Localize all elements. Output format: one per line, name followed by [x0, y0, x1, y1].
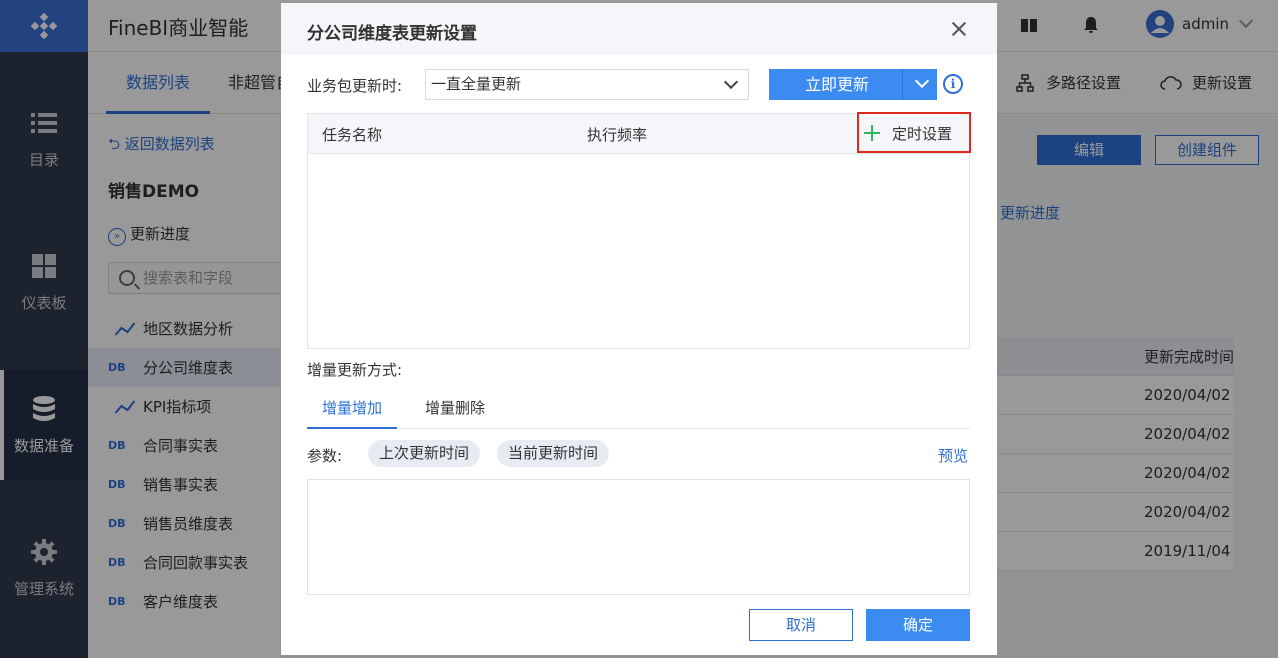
preview-link[interactable]: 预览 — [938, 445, 968, 466]
update-mode-label: 业务包更新时: — [307, 77, 403, 95]
incremental-label: 增量更新方式: — [307, 361, 403, 379]
column-task-name: 任务名称 — [322, 126, 383, 144]
tab-incremental-add[interactable]: 增量增加 — [307, 393, 397, 429]
update-mode-value: 一直全量更新 — [431, 75, 522, 93]
column-frequency: 执行频率 — [587, 126, 648, 144]
dialog-title: 分公司维度表更新设置 — [307, 24, 477, 44]
split-divider — [902, 69, 903, 100]
sql-editor[interactable] — [307, 479, 970, 595]
cancel-button[interactable]: 取消 — [749, 609, 853, 641]
dialog-header: 分公司维度表更新设置 — [281, 3, 997, 55]
confirm-button[interactable]: 确定 — [866, 609, 970, 641]
highlight-box — [857, 112, 971, 153]
chevron-down-icon[interactable] — [914, 73, 930, 89]
update-now-label: 立即更新 — [805, 75, 870, 94]
update-now-button[interactable]: 立即更新 — [769, 69, 937, 100]
tab-incremental-delete[interactable]: 增量删除 — [425, 393, 485, 429]
update-settings-dialog: 分公司维度表更新设置 业务包更新时: 一直全量更新 立即更新 i 任务名称 执行… — [281, 3, 997, 655]
close-icon[interactable] — [949, 19, 969, 39]
chevron-down-icon — [723, 74, 739, 90]
update-mode-select[interactable]: 一直全量更新 — [425, 69, 749, 100]
info-icon[interactable]: i — [943, 74, 963, 94]
param-last-update-chip[interactable]: 上次更新时间 — [368, 440, 481, 467]
param-current-update-chip[interactable]: 当前更新时间 — [497, 440, 610, 467]
incremental-tabs: 增量增加 增量删除 — [307, 393, 970, 429]
params-label: 参数: — [307, 447, 343, 465]
